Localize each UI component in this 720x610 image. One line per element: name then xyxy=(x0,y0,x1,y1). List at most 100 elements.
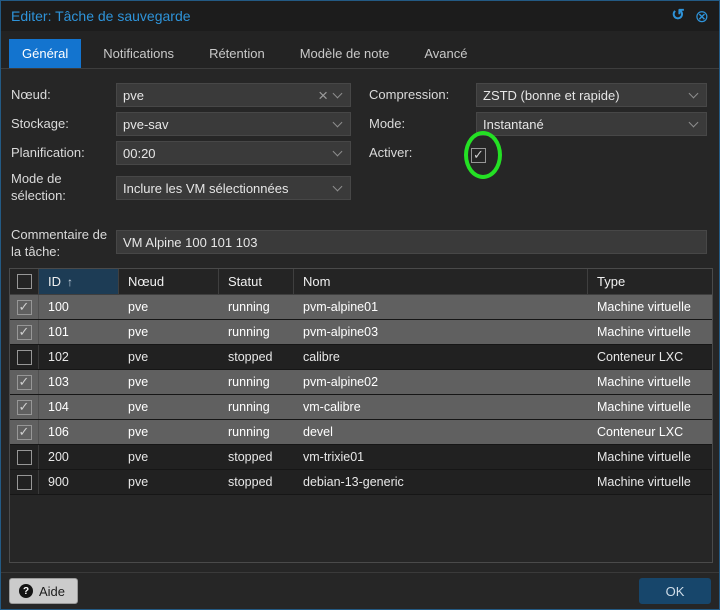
cell-node: pve xyxy=(119,295,219,319)
cell-id: 101 xyxy=(39,320,119,344)
cell-status: running xyxy=(219,320,294,344)
table-row[interactable]: 101 pve running pvm-alpine03 Machine vir… xyxy=(10,320,712,345)
mode-label: Mode: xyxy=(369,116,405,133)
cell-type: Machine virtuelle xyxy=(588,395,713,419)
row-checkbox[interactable] xyxy=(17,350,32,365)
table-row[interactable]: 900 pve stopped debian-13-generic Machin… xyxy=(10,470,712,495)
schedule-combobox[interactable]: 00:20 xyxy=(116,141,351,165)
table-row[interactable]: 100 pve running pvm-alpine01 Machine vir… xyxy=(10,295,712,320)
cell-type: Machine virtuelle xyxy=(588,320,713,344)
help-button[interactable]: ? Aide xyxy=(9,578,78,604)
row-checkbox-cell[interactable] xyxy=(10,420,39,444)
row-checkbox[interactable] xyxy=(17,325,32,340)
cell-name: vm-calibre xyxy=(294,395,588,419)
tab-note-template[interactable]: Modèle de note xyxy=(287,39,403,68)
row-checkbox-cell[interactable] xyxy=(10,345,39,369)
tab-notifications[interactable]: Notifications xyxy=(90,39,187,68)
schedule-value: 00:20 xyxy=(123,146,328,161)
row-checkbox-cell[interactable] xyxy=(10,445,39,469)
row-checkbox-cell[interactable] xyxy=(10,320,39,344)
cell-name: pvm-alpine01 xyxy=(294,295,588,319)
table-row[interactable]: 200 pve stopped vm-trixie01 Machine virt… xyxy=(10,445,712,470)
enable-label: Activer: xyxy=(369,145,412,162)
chevron-down-icon[interactable] xyxy=(333,147,343,157)
row-checkbox-cell[interactable] xyxy=(10,370,39,394)
row-checkbox[interactable] xyxy=(17,450,32,465)
chevron-down-icon[interactable] xyxy=(333,89,343,99)
mode-combobox[interactable]: Instantané xyxy=(476,112,707,136)
close-icon[interactable]: ⊗ xyxy=(695,8,709,25)
column-header-node[interactable]: Nœud xyxy=(119,269,219,294)
chevron-down-icon[interactable] xyxy=(333,118,343,128)
cell-status: running xyxy=(219,395,294,419)
table-row[interactable]: 104 pve running vm-calibre Machine virtu… xyxy=(10,395,712,420)
dialog-titlebar: Editer: Tâche de sauvegarde ↺ ⊗ xyxy=(1,1,719,31)
cell-id: 200 xyxy=(39,445,119,469)
cell-status: running xyxy=(219,295,294,319)
row-checkbox[interactable] xyxy=(17,475,32,490)
selection-mode-combobox[interactable]: Inclure les VM sélectionnées xyxy=(116,176,351,200)
table-body: 100 pve running pvm-alpine01 Machine vir… xyxy=(10,295,712,495)
column-header-id[interactable]: ID ↑ xyxy=(39,269,119,294)
reset-icon[interactable]: ↺ xyxy=(671,8,684,24)
cell-id: 106 xyxy=(39,420,119,444)
column-header-status[interactable]: Statut xyxy=(219,269,294,294)
mode-value: Instantané xyxy=(483,117,684,132)
cell-status: running xyxy=(219,420,294,444)
question-mark-icon: ? xyxy=(19,584,33,598)
column-header-name[interactable]: Nom xyxy=(294,269,588,294)
tab-retention[interactable]: Rétention xyxy=(196,39,278,68)
tab-general[interactable]: Général xyxy=(9,39,81,68)
cell-type: Machine virtuelle xyxy=(588,295,713,319)
cell-node: pve xyxy=(119,445,219,469)
cell-name: vm-trixie01 xyxy=(294,445,588,469)
cell-status: stopped xyxy=(219,345,294,369)
chevron-down-icon[interactable] xyxy=(689,118,699,128)
storage-combobox[interactable]: pve-sav xyxy=(116,112,351,136)
column-header-type[interactable]: Type xyxy=(588,269,713,294)
row-checkbox[interactable] xyxy=(17,375,32,390)
select-all-checkbox-cell[interactable] xyxy=(10,269,39,294)
cell-name: debian-13-generic xyxy=(294,470,588,494)
cell-type: Conteneur LXC xyxy=(588,420,713,444)
cell-name: pvm-alpine02 xyxy=(294,370,588,394)
row-checkbox-cell[interactable] xyxy=(10,295,39,319)
cell-type: Conteneur LXC xyxy=(588,345,713,369)
clear-icon[interactable]: × xyxy=(318,87,328,104)
cell-id: 100 xyxy=(39,295,119,319)
cell-node: pve xyxy=(119,420,219,444)
sort-ascending-icon: ↑ xyxy=(67,275,73,289)
row-checkbox-cell[interactable] xyxy=(10,470,39,494)
row-checkbox-cell[interactable] xyxy=(10,395,39,419)
row-checkbox[interactable] xyxy=(17,425,32,440)
table-row[interactable]: 102 pve stopped calibre Conteneur LXC xyxy=(10,345,712,370)
storage-value: pve-sav xyxy=(123,117,328,132)
row-checkbox[interactable] xyxy=(17,300,32,315)
cell-id: 104 xyxy=(39,395,119,419)
compression-label: Compression: xyxy=(369,87,449,104)
cell-type: Machine virtuelle xyxy=(588,470,713,494)
cell-node: pve xyxy=(119,345,219,369)
table-row[interactable]: 106 pve running devel Conteneur LXC xyxy=(10,420,712,445)
cell-node: pve xyxy=(119,470,219,494)
row-checkbox[interactable] xyxy=(17,400,32,415)
node-combobox[interactable]: pve × xyxy=(116,83,351,107)
ok-button[interactable]: OK xyxy=(639,578,711,604)
comment-value: VM Alpine 100 101 103 xyxy=(123,235,700,250)
cell-node: pve xyxy=(119,320,219,344)
cell-name: pvm-alpine03 xyxy=(294,320,588,344)
cell-id: 102 xyxy=(39,345,119,369)
tab-advanced[interactable]: Avancé xyxy=(411,39,480,68)
table-header: ID ↑ Nœud Statut Nom Type xyxy=(10,269,712,295)
dialog-title: Editer: Tâche de sauvegarde xyxy=(11,8,661,24)
enable-checkbox[interactable] xyxy=(471,148,486,163)
compression-combobox[interactable]: ZSTD (bonne et rapide) xyxy=(476,83,707,107)
chevron-down-icon[interactable] xyxy=(689,89,699,99)
comment-input[interactable]: VM Alpine 100 101 103 xyxy=(116,230,707,254)
select-all-checkbox[interactable] xyxy=(17,274,32,289)
cell-name: devel xyxy=(294,420,588,444)
edit-backup-job-dialog: Editer: Tâche de sauvegarde ↺ ⊗ Général … xyxy=(0,0,720,610)
table-row[interactable]: 103 pve running pvm-alpine02 Machine vir… xyxy=(10,370,712,395)
chevron-down-icon[interactable] xyxy=(333,182,343,192)
cell-type: Machine virtuelle xyxy=(588,370,713,394)
